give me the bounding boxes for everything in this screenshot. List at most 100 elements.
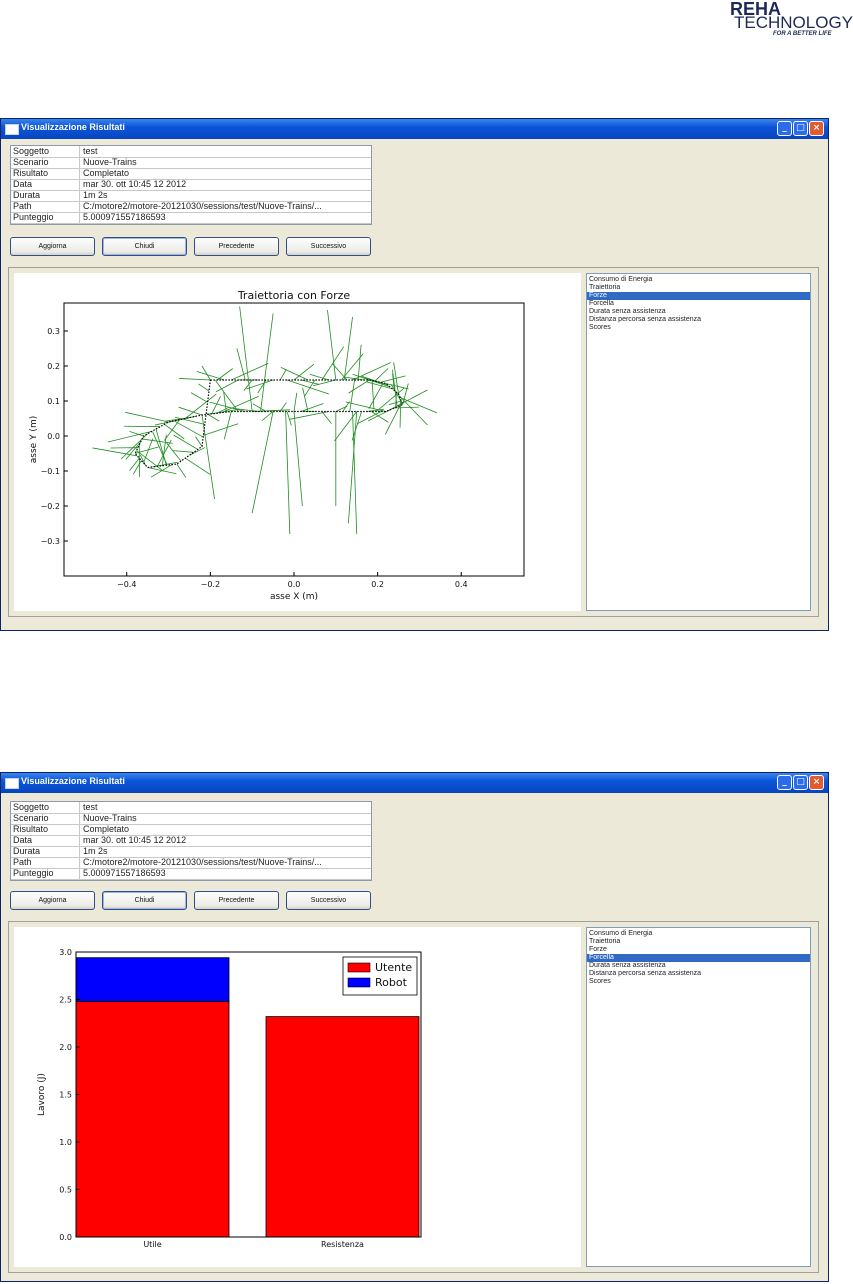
x-tick-label: 0.0 — [288, 580, 301, 589]
info-row-score: Punteggio 5.000971557186593 — [11, 212, 371, 224]
force-vector — [302, 387, 309, 412]
y-tick-label: 1.5 — [59, 1091, 72, 1100]
force-vector — [201, 365, 211, 381]
results-panel: −0.4 −0.2 0.0 0.2 0.4 0.3 0.2 0.1 0.0 −0.1 −0.2 −0.… — [8, 267, 819, 617]
legend-label: Robot — [375, 976, 408, 989]
info-key: Data — [13, 179, 80, 190]
next-button[interactable]: Successivo — [286, 237, 371, 256]
close-window-button[interactable]: × — [809, 775, 824, 790]
chart-title: Traiettoria con Forze — [237, 289, 351, 302]
session-info-table: Soggetto test Scenario Nuove-Trains Risult… — [10, 145, 372, 225]
list-item-energy[interactable]: Consumo di Energia — [587, 276, 810, 284]
result-type-list[interactable]: Consumo di Energia Traiettoria Forze For… — [586, 927, 811, 1267]
force-vector — [335, 405, 348, 412]
list-item-unassisted-distance[interactable]: Distanza percorsa senza assistenza — [587, 970, 810, 978]
list-item-scores[interactable]: Scores — [587, 324, 810, 332]
close-icon: × — [812, 123, 821, 133]
info-value: 5.000971557186593 — [83, 868, 166, 878]
force-vector — [285, 411, 291, 535]
list-item-fork[interactable]: Forcella — [587, 954, 810, 962]
maximize-button[interactable]: □ — [793, 121, 808, 136]
info-key: Risultato — [13, 168, 80, 179]
legend-swatch — [347, 977, 371, 988]
info-value: Nuove-Trains — [83, 813, 137, 823]
force-vector — [252, 403, 267, 412]
info-row-score: Punteggio 5.000971557186593 — [11, 868, 371, 880]
close-button[interactable]: Chiudi — [102, 891, 187, 910]
force-vector — [157, 439, 172, 467]
session-info-table: Soggetto test Scenario Nuove-Trains Risult… — [10, 801, 372, 881]
force-vector — [352, 411, 358, 535]
force-vector — [243, 379, 253, 391]
y-tick-label: 2.5 — [59, 996, 72, 1005]
close-button[interactable]: Chiudi — [102, 237, 187, 256]
minimize-button[interactable]: _ — [777, 775, 792, 790]
previous-button[interactable]: Precedente — [194, 891, 279, 910]
minimize-icon: _ — [782, 123, 787, 133]
y-tick-label: 2.0 — [59, 1043, 72, 1052]
title-bar[interactable]: Visualizzazione Risultati _ □ × — [1, 119, 828, 139]
maximize-button[interactable]: □ — [793, 775, 808, 790]
force-vector — [343, 316, 353, 381]
list-item-forces[interactable]: Forze — [587, 292, 810, 300]
minimize-icon: _ — [782, 777, 787, 787]
title-bar[interactable]: Visualizzazione Risultati _ □ × — [1, 773, 828, 793]
force-vector — [92, 447, 138, 457]
y-tick-label: −0.3 — [41, 537, 60, 546]
force-vector — [257, 379, 267, 394]
list-item-fork[interactable]: Forcella — [587, 300, 810, 308]
x-tick-label: 0.4 — [455, 580, 468, 589]
list-item-unassisted-distance[interactable]: Distanza percorsa senza assistenza — [587, 316, 810, 324]
force-vector — [374, 368, 389, 382]
energy-bar-chart: Utile Resistenza 0.0 0.5 1.0 1.5 2.0 2.5 3.0 Lavo… — [37, 948, 422, 1249]
force-vector — [293, 392, 298, 412]
trajectory-chart: −0.4 −0.2 0.0 0.2 0.4 0.3 0.2 0.1 0.0 −0.1 −0.2 −0.… — [29, 289, 525, 602]
force-vector — [394, 406, 419, 409]
result-type-list[interactable]: Consumo di Energia Traiettoria Forze For… — [586, 273, 811, 611]
force-vector — [286, 379, 329, 395]
refresh-button[interactable]: Aggiorna — [10, 237, 95, 256]
plot-frame — [63, 302, 525, 577]
x-tick-label: Utile — [143, 1240, 161, 1249]
force-vector — [321, 411, 332, 424]
info-value: Nuove-Trains — [83, 157, 137, 167]
force-vector — [129, 457, 140, 471]
logo-tagline: FOR A BETTER LIFE — [773, 31, 832, 37]
next-button[interactable]: Successivo — [286, 891, 371, 910]
window-icon — [5, 124, 19, 135]
maximize-icon: □ — [796, 777, 805, 787]
y-tick-label: 0.0 — [47, 432, 60, 441]
info-value: 1m 2s — [83, 846, 108, 856]
list-item-unassisted-duration[interactable]: Durata senza assistenza — [587, 308, 810, 316]
force-vector — [172, 450, 194, 453]
force-vector — [211, 396, 221, 415]
info-key: Data — [13, 835, 80, 846]
list-item-unassisted-duration[interactable]: Durata senza assistenza — [587, 962, 810, 970]
bar-utente — [265, 1016, 420, 1238]
force-vector — [251, 411, 274, 514]
close-window-button[interactable]: × — [809, 121, 824, 136]
force-vector — [348, 379, 370, 394]
minimize-button[interactable]: _ — [777, 121, 792, 136]
list-item-energy[interactable]: Consumo di Energia — [587, 930, 810, 938]
info-key: Risultato — [13, 824, 80, 835]
y-axis-label: asse Y (m) — [29, 416, 39, 463]
force-vector — [196, 370, 225, 381]
force-vector — [384, 405, 401, 435]
force-vector — [279, 369, 287, 381]
previous-button[interactable]: Precedente — [194, 237, 279, 256]
list-item-trajectory[interactable]: Traiettoria — [587, 938, 810, 946]
force-vector — [107, 430, 152, 443]
x-tick-label: 0.2 — [371, 580, 384, 589]
force-vector — [300, 403, 324, 412]
y-tick-label: 3.0 — [59, 948, 72, 957]
list-item-trajectory[interactable]: Traiettoria — [587, 284, 810, 292]
list-item-scores[interactable]: Scores — [587, 978, 810, 986]
info-value: mar 30. ott 10:45 12 2012 — [83, 179, 187, 189]
list-item-forces[interactable]: Forze — [587, 946, 810, 954]
force-vector — [179, 378, 211, 381]
refresh-button[interactable]: Aggiorna — [10, 891, 95, 910]
y-tick-label: 0.0 — [59, 1233, 72, 1242]
info-key: Punteggio — [13, 868, 80, 879]
force-vector — [223, 411, 232, 440]
